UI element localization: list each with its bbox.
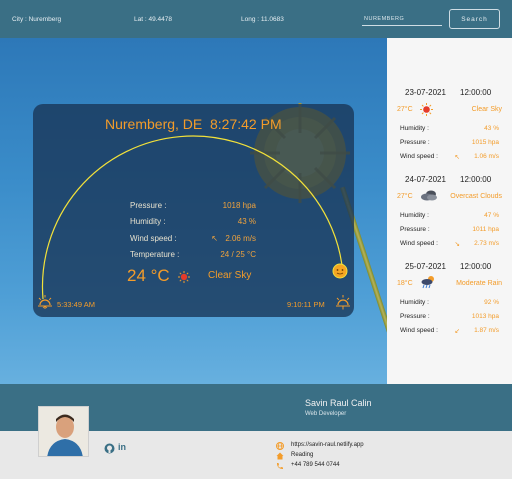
forecast-description: Overcast Clouds xyxy=(450,193,502,200)
sunset-time: 9:10:11 PM xyxy=(287,300,325,309)
wind-value: 1.06 m/s xyxy=(474,153,499,160)
sun-position-icon xyxy=(332,263,348,279)
city-label: City : Nuremberg xyxy=(12,16,62,23)
pressure-value: 1013 hpa xyxy=(471,313,499,320)
temperature-value: 24 / 25 °C xyxy=(220,250,256,259)
globe-icon xyxy=(276,442,284,450)
location-title: Nuremberg, DE xyxy=(105,116,203,132)
wind-label: Wind speed : xyxy=(130,234,177,243)
latitude-label: Lat : 49.4478 xyxy=(134,16,172,23)
forecast-date: 24-07-2021 xyxy=(405,175,446,184)
humidity-label: Humidity : xyxy=(130,217,166,226)
sunrise-time: 5:33:49 AM xyxy=(57,300,95,309)
linkedin-icon[interactable]: in xyxy=(118,442,126,452)
temperature-big: 24 °C xyxy=(127,266,170,285)
wind-label: Wind speed : xyxy=(400,240,438,247)
rain-sun-icon xyxy=(421,276,434,289)
avatar xyxy=(38,406,89,457)
forecast-temp: 18°C xyxy=(397,280,413,287)
sunset-icon xyxy=(336,295,350,310)
author-role: Web Developer xyxy=(305,411,347,417)
phone-icon xyxy=(277,463,283,469)
forecast-temp: 27°C xyxy=(397,193,413,200)
wind-direction-icon: ↙ xyxy=(454,328,460,335)
home-icon xyxy=(276,452,284,460)
forecast-description: Clear Sky xyxy=(471,106,502,113)
forecast-date: 23-07-2021 xyxy=(405,88,446,97)
humidity-label: Humidity : xyxy=(400,125,429,132)
humidity-value: 92 % xyxy=(484,299,499,306)
forecast-time: 12:00:00 xyxy=(460,175,492,184)
humidity-label: Humidity : xyxy=(400,212,429,219)
search-button[interactable]: Search xyxy=(449,9,500,29)
github-icon[interactable] xyxy=(104,443,115,454)
forecast-description: Moderate Rain xyxy=(456,280,502,287)
forecast-time: 12:00:00 xyxy=(460,88,492,97)
forecast-temp: 27°C xyxy=(397,106,413,113)
sun-icon xyxy=(420,103,433,116)
pressure-value: 1011 hpa xyxy=(472,226,499,233)
current-weather-card: Nuremberg, DE 8:27:42 PM Pressure : 1018… xyxy=(33,104,354,317)
wind-value: 1.87 m/s xyxy=(474,327,499,334)
pressure-label: Pressure : xyxy=(400,139,430,146)
forecast-time: 12:00:00 xyxy=(460,262,492,271)
humidity-value: 43 % xyxy=(237,217,256,226)
author-name: Savin Raul Calin xyxy=(305,398,372,408)
sun-path-arc xyxy=(41,135,344,300)
sun-icon xyxy=(178,271,190,283)
current-time: 8:27:42 PM xyxy=(210,116,282,132)
temperature-label: Temperature : xyxy=(130,250,180,259)
location-text: Reading xyxy=(291,452,314,458)
pressure-label: Pressure : xyxy=(130,201,167,210)
humidity-value: 43 % xyxy=(484,125,499,132)
forecast-panel: 23-07-2021 12:00:00 27°C Clear Sky Humid… xyxy=(387,38,512,384)
wind-direction-icon: ↖ xyxy=(211,234,218,243)
humidity-value: 47 % xyxy=(484,212,499,219)
avatar-photo xyxy=(39,407,88,456)
search-input[interactable] xyxy=(362,13,442,26)
wind-value: 2.73 m/s xyxy=(474,240,499,247)
wind-value: 2.06 m/s xyxy=(225,234,256,243)
top-bar: City : Nuremberg Lat : 49.4478 Long : 11… xyxy=(0,0,512,38)
phone-number[interactable]: +44 789 544 0744 xyxy=(291,462,340,468)
wind-label: Wind speed : xyxy=(400,153,438,160)
pressure-value: 1015 hpa xyxy=(471,139,499,146)
sky-description: Clear Sky xyxy=(208,270,252,281)
sunrise-icon xyxy=(38,295,52,309)
overcast-cloud-icon xyxy=(421,190,437,201)
longitude-label: Long : 11.0683 xyxy=(241,16,284,23)
pressure-label: Pressure : xyxy=(400,226,430,233)
wind-direction-icon: ↖ xyxy=(454,154,460,161)
wind-direction-icon: ↘ xyxy=(454,241,460,248)
pressure-value: 1018 hpa xyxy=(222,201,256,210)
wind-label: Wind speed : xyxy=(400,327,438,334)
forecast-date: 25-07-2021 xyxy=(405,262,446,271)
humidity-label: Humidity : xyxy=(400,299,429,306)
pressure-label: Pressure : xyxy=(400,313,430,320)
website-link[interactable]: https://savin-raul.netlify.app xyxy=(291,442,364,448)
